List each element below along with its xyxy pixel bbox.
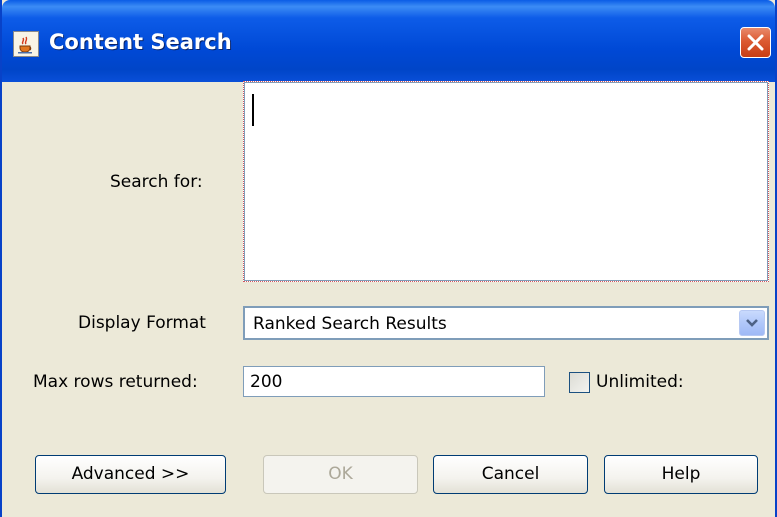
chevron-down-icon [746,319,758,327]
help-button[interactable]: Help [604,455,758,494]
close-icon [747,34,764,51]
dropdown-button[interactable] [739,310,765,336]
max-rows-value: 200 [250,372,283,392]
display-format-label: Display Format [78,313,206,333]
search-for-textarea[interactable] [243,81,769,282]
search-for-label: Search for: [110,172,203,192]
title-bar[interactable]: Content Search [2,0,775,82]
java-coffee-cup-icon [13,31,39,57]
content-search-dialog: Content Search Search for: Display Forma… [0,0,777,517]
window-title: Content Search [49,30,232,54]
display-format-value: Ranked Search Results [253,314,447,334]
display-format-select[interactable]: Ranked Search Results [243,306,769,340]
cancel-button[interactable]: Cancel [433,455,588,494]
unlimited-label: Unlimited: [596,372,684,392]
unlimited-checkbox[interactable] [569,372,590,393]
close-button[interactable] [740,27,771,58]
advanced-button[interactable]: Advanced >> [35,455,226,494]
max-rows-input[interactable]: 200 [243,366,545,397]
text-caret [252,94,254,126]
ok-button[interactable]: OK [263,455,418,494]
max-rows-label: Max rows returned: [33,372,198,392]
